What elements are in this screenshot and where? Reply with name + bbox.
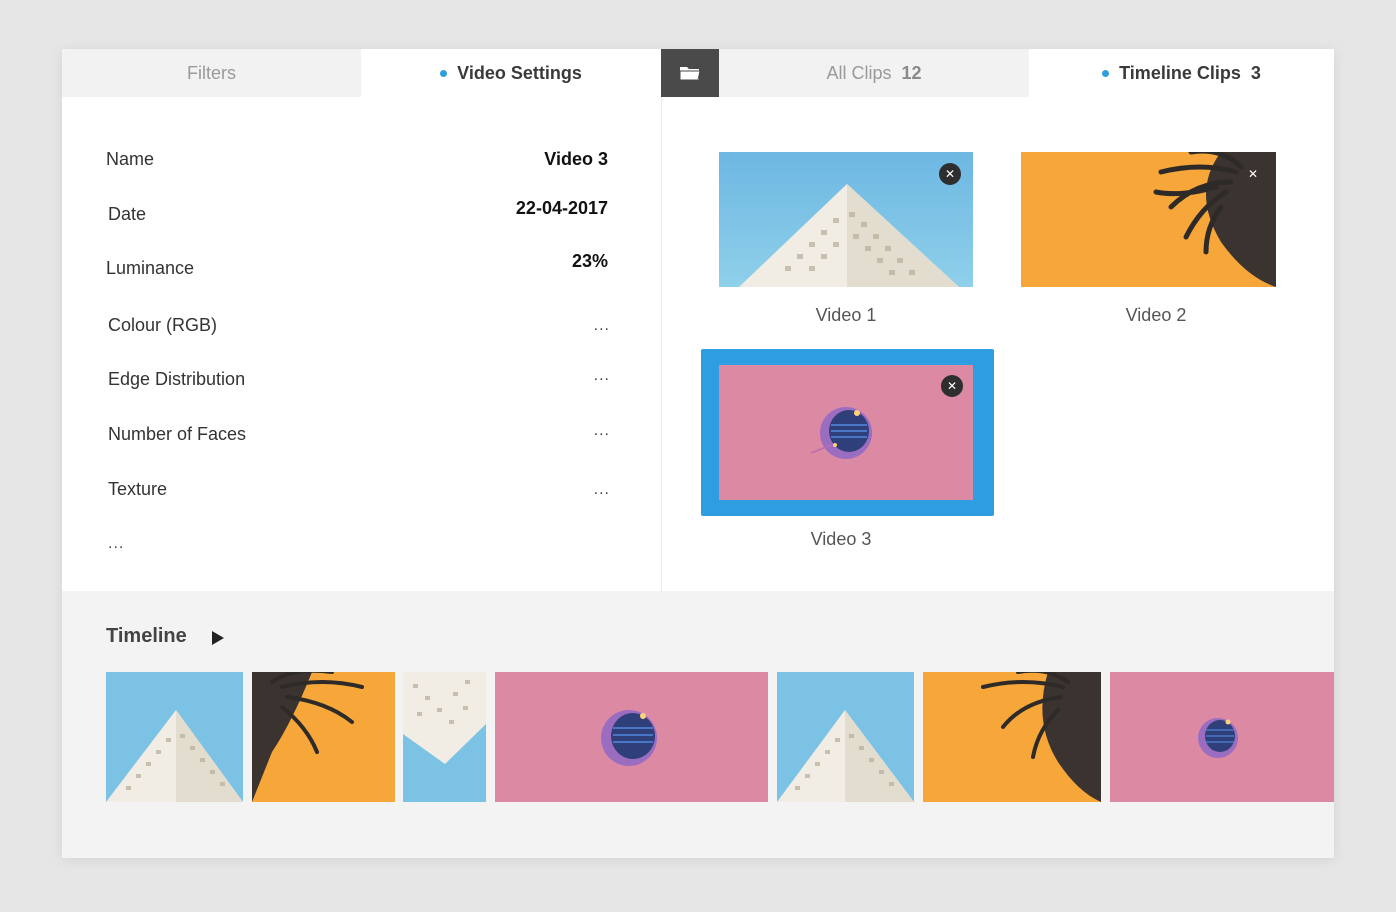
tab-all-clips[interactable]: All Clips 12: [719, 49, 1029, 97]
clip-thumbnail-video-3[interactable]: [719, 365, 973, 500]
name-label: Name: [106, 149, 155, 169]
video-editor-panel: Filters Video Settings All Clips 12 Time…: [62, 49, 1334, 858]
timeline-clips-count: 3: [1250, 62, 1261, 83]
tab-timeline-clips[interactable]: Timeline Clips 3: [1029, 49, 1334, 97]
texture-label: Texture: [108, 479, 168, 499]
tab-video-settings[interactable]: Video Settings: [361, 49, 661, 97]
clip-thumbnail-video-1[interactable]: [719, 152, 973, 287]
timeline-clip-video-3[interactable]: [1110, 672, 1334, 802]
all-clips-count: 12: [901, 62, 922, 83]
play-icon[interactable]: [210, 629, 226, 647]
luminance-value: 23%: [571, 251, 608, 271]
number-of-faces-value[interactable]: ...: [512, 422, 610, 440]
texture-value[interactable]: ...: [512, 481, 610, 499]
timeline-clip-video-1[interactable]: [106, 672, 243, 802]
edge-distribution-value[interactable]: ...: [512, 367, 610, 385]
colour-label: Colour (RGB): [108, 315, 218, 335]
folder-icon: [679, 64, 701, 82]
active-dot: [440, 69, 448, 77]
date-value: 22-04-2017: [515, 198, 608, 218]
tab-filters[interactable]: Filters: [62, 49, 361, 97]
colour-value[interactable]: ...: [512, 317, 610, 335]
close-icon[interactable]: ✕: [939, 163, 961, 185]
number-of-faces-label: Number of Faces: [108, 424, 247, 444]
close-icon[interactable]: ✕: [1242, 163, 1264, 185]
timeline-clip-building-detail[interactable]: [403, 672, 486, 802]
tab-all-clips-label: All Clips: [826, 62, 892, 83]
active-dot: [1102, 69, 1110, 77]
tab-timeline-clips-label: Timeline Clips: [1119, 62, 1241, 83]
clip-label-video-3: Video 3: [810, 529, 872, 549]
clip-label-video-2: Video 2: [1125, 305, 1187, 325]
timeline-title: Timeline: [106, 625, 187, 647]
name-value: Video 3: [544, 149, 608, 169]
close-icon[interactable]: ✕: [941, 375, 963, 397]
timeline-clip-video-1[interactable]: [777, 672, 914, 802]
timeline-clip-video-2[interactable]: [923, 672, 1101, 802]
more-settings[interactable]: ...: [108, 535, 148, 553]
clip-label-video-1: Video 1: [815, 305, 877, 325]
timeline-clip-video-3[interactable]: [495, 672, 768, 802]
tab-video-settings-label: Video Settings: [457, 62, 582, 83]
clip-thumbnail-video-2[interactable]: [1021, 152, 1276, 287]
timeline-clip-video-2[interactable]: [252, 672, 395, 802]
folder-button[interactable]: [661, 49, 719, 97]
edge-distribution-label: Edge Distribution: [108, 369, 246, 389]
panel-divider: [661, 97, 662, 591]
luminance-label: Luminance: [106, 258, 195, 278]
tab-filters-label: Filters: [187, 62, 236, 83]
timeline-panel: Timeline: [62, 591, 1334, 858]
date-label: Date: [108, 204, 147, 224]
